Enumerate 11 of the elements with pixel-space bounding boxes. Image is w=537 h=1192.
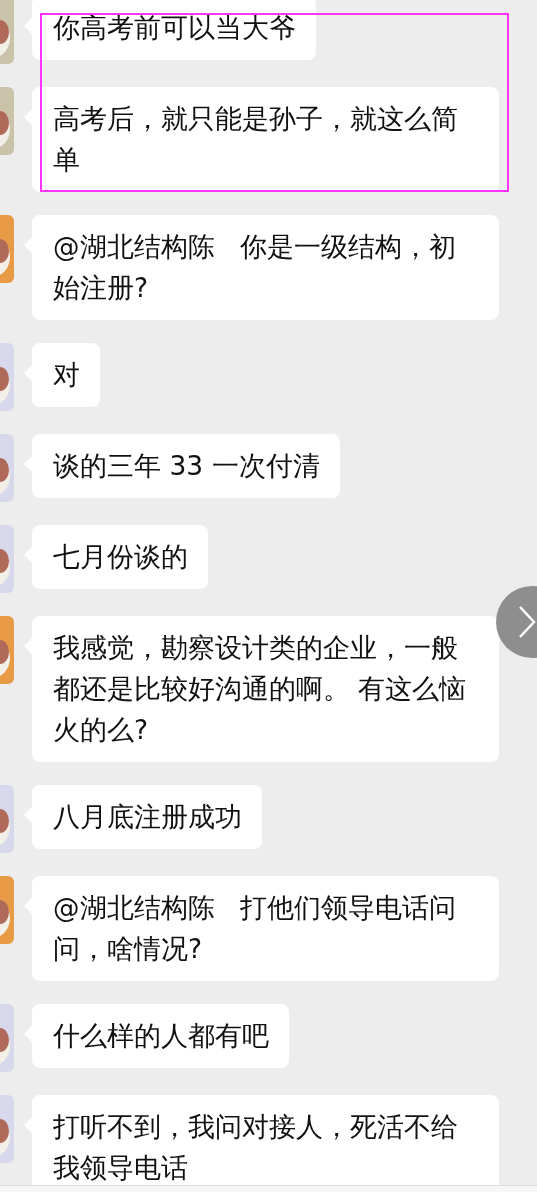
message-bubble: 高考后，就只能是孙子，就这么简单: [32, 87, 499, 192]
message-bubble: 你高考前可以当大爷: [32, 0, 316, 60]
message-bubble: 对: [32, 343, 100, 407]
chevron-right-icon: [518, 605, 536, 639]
message-bubble: 我感觉，勘察设计类的企业，一般都还是比较好沟通的啊。 有这么恼火的么?: [32, 616, 499, 762]
message-bubble: 八月底注册成功: [32, 785, 262, 849]
message-bubble: 谈的三年 33 一次付清: [32, 434, 340, 498]
message-bubble: 七月份谈的: [32, 525, 208, 589]
message-bubble: @湖北结构陈 打他们领导电话问问，啥情况?: [32, 876, 499, 981]
message-bubble: 什么样的人都有吧: [32, 1004, 289, 1068]
message-bubble: @湖北结构陈 你是一级结构，初始注册?: [32, 215, 499, 320]
